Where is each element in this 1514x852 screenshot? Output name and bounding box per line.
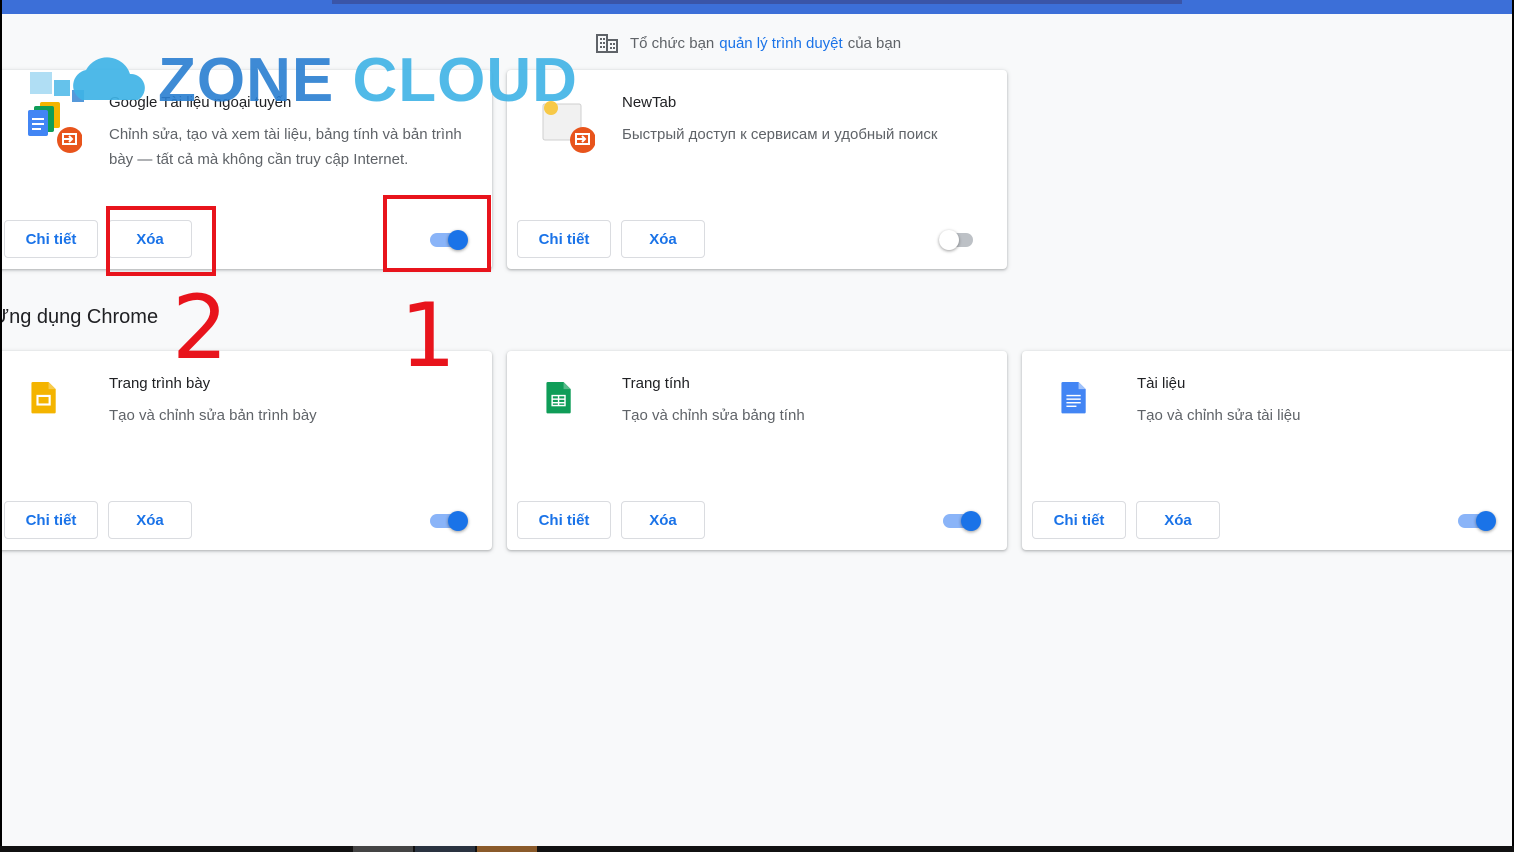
app-description: Tạo và chỉnh sửa tài liệu [1137,407,1301,424]
google-docs-icon [1061,382,1086,414]
annotation-box-toggle [383,195,491,272]
enable-toggle[interactable] [939,230,979,250]
app-card-docs: Tài liệu Tạo và chỉnh sửa tài liệu Chi t… [1022,351,1512,550]
annotation-number-1: 1 [400,284,456,387]
app-name: Trang tính [622,375,690,392]
app-card-sheets: Trang tính Tạo và chỉnh sửa bảng tính Ch… [507,351,1007,550]
managed-by-organization-notice: Tổ chức bạn quản lý trình duyệt của bạn [596,32,901,54]
chrome-apps-section-title: Ứng dụng Chrome [2,306,159,328]
app-description: Tạo và chỉnh sửa bảng tính [622,407,805,424]
annotation-box-remove [106,206,216,276]
details-button[interactable]: Chi tiết [517,501,611,539]
app-description: Tạo và chỉnh sửa bản trình bày [109,407,317,424]
enable-toggle[interactable] [943,511,983,531]
extensions-page: Tổ chức bạn quản lý trình duyệt của bạn … [2,0,1512,846]
cloud-logo-icon [30,57,145,102]
watermark-word-cloud: CLOUD [352,46,578,115]
watermark-word-zone: ZONE [158,46,335,115]
details-button[interactable]: Chi tiết [517,220,611,258]
details-button[interactable]: Chi tiết [4,501,98,539]
managed-notice-suffix: của bạn [847,34,902,52]
browser-top-bar [2,0,1512,14]
remove-button[interactable]: Xóa [108,501,192,539]
google-sheets-icon [546,382,571,414]
zone-cloud-watermark: ZONE CLOUD [24,46,577,116]
details-button[interactable]: Chi tiết [4,220,98,258]
enable-toggle[interactable] [1458,511,1498,531]
remove-button[interactable]: Xóa [1136,501,1220,539]
extension-name: NewTab [622,94,677,111]
remove-button[interactable]: Xóa [621,220,705,258]
remove-button[interactable]: Xóa [621,501,705,539]
google-slides-icon [31,382,56,414]
managed-notice-prefix: Tổ chức bạn [630,34,715,52]
extension-description: Chỉnh sửa, tạo và xem tài liệu, bảng tín… [109,126,462,168]
browser-management-link[interactable]: quản lý trình duyệt [719,35,842,52]
extension-description: Быстрый доступ к сервисам и удобный поис… [622,126,938,143]
annotation-number-2: 2 [172,276,228,379]
enable-toggle[interactable] [430,511,470,531]
taskbar-strip [0,846,1514,852]
extension-card-newtab: NewTab Быстрый доступ к сервисам и удобн… [507,70,1007,269]
watermark-text: ZONE CLOUD [158,46,578,116]
building-icon [596,34,618,53]
details-button[interactable]: Chi tiết [1032,501,1126,539]
app-name: Tài liệu [1137,375,1186,392]
